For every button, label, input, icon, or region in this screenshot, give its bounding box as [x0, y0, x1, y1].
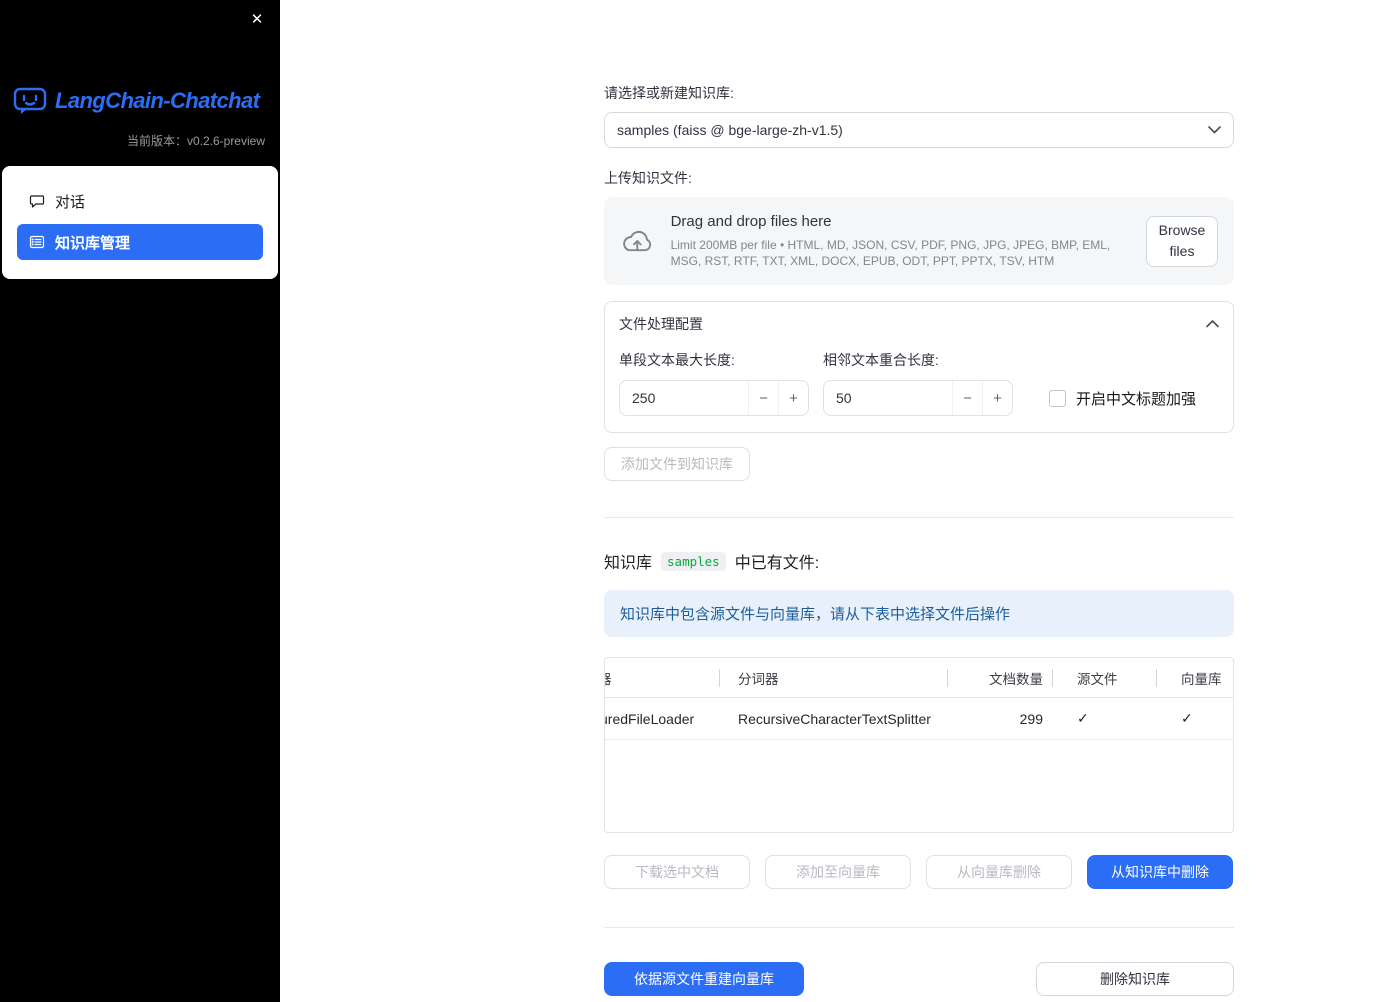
overlap-length-value[interactable]: 50	[824, 381, 952, 415]
table-row[interactable]: uredFileLoader RecursiveCharacterTextSpl…	[605, 698, 1233, 741]
main-content: 请选择或新建知识库: samples (faiss @ bge-large-zh…	[280, 0, 1380, 1002]
browse-files-button[interactable]: Browse files	[1146, 215, 1218, 267]
column-header-vector-store[interactable]: 向量库	[1157, 658, 1232, 697]
uploader-text: Drag and drop files here Limit 200MB per…	[671, 213, 1130, 269]
divider	[604, 517, 1234, 519]
version-value: v0.2.6-preview	[186, 134, 265, 148]
file-config-body: 单段文本最大长度: 250 − + 相邻文本重合长度: 50 − + 开启中文标…	[619, 350, 1219, 417]
checkbox-icon[interactable]	[1049, 390, 1066, 408]
cell-loader: uredFileLoader	[605, 710, 695, 727]
kb-files-table[interactable]: 器 分词器 文档数量 源文件 向量库 uredFileLoader Recurs…	[604, 657, 1234, 834]
file-config-expander-header[interactable]: 文件处理配置	[619, 314, 1219, 334]
file-config-expander: 文件处理配置 单段文本最大长度: 250 − + 相邻文本重合长度: 50 − …	[604, 301, 1234, 434]
max-length-group: 单段文本最大长度: 250 − +	[619, 350, 809, 417]
kb-files-prefix: 知识库	[604, 555, 653, 573]
cell-vector-store-check: ✓	[1181, 710, 1193, 727]
max-length-decrement-button[interactable]: −	[748, 381, 778, 416]
cell-source-file-check: ✓	[1077, 710, 1089, 727]
max-length-value[interactable]: 250	[620, 381, 748, 415]
sidebar-item-chat[interactable]: 对话	[17, 183, 263, 219]
chevron-up-icon	[1206, 320, 1219, 328]
sidebar-item-knowledge-base[interactable]: 知识库管理	[17, 224, 263, 260]
chevron-down-icon	[1208, 126, 1221, 134]
download-selected-button[interactable]: 下载选中文档	[604, 855, 750, 890]
table-header-row: 器 分词器 文档数量 源文件 向量库	[605, 658, 1233, 699]
sidebar-close-icon[interactable]: ✕	[246, 8, 268, 30]
logo-text: LangChain-Chatchat	[55, 88, 260, 113]
column-header-loader[interactable]: 器	[605, 658, 720, 697]
max-length-label: 单段文本最大长度:	[619, 352, 735, 369]
rebuild-vector-store-button[interactable]: 依据源文件重建向量库	[604, 962, 804, 997]
app-logo: LangChain-Chatchat	[13, 86, 270, 116]
column-header-splitter[interactable]: 分词器	[720, 658, 948, 697]
column-header-source-file[interactable]: 源文件	[1053, 658, 1157, 697]
cell-splitter: RecursiveCharacterTextSplitter	[738, 710, 931, 727]
kb-select-value: samples (faiss @ bge-large-zh-v1.5)	[617, 122, 843, 138]
max-length-input[interactable]: 250 − +	[619, 380, 809, 417]
overlap-length-increment-button[interactable]: +	[982, 381, 1012, 416]
sidebar-item-label: 知识库管理	[55, 234, 131, 252]
kb-select-label: 请选择或新建知识库:	[604, 85, 734, 101]
uploader-limit: Limit 200MB per file • HTML, MD, JSON, C…	[670, 238, 1111, 269]
divider	[604, 927, 1234, 929]
max-length-increment-button[interactable]: +	[778, 381, 808, 416]
sidebar-menu: 对话 知识库管理	[2, 166, 278, 279]
kb-select[interactable]: samples (faiss @ bge-large-zh-v1.5)	[604, 112, 1234, 148]
chat-bubble-icon	[29, 195, 45, 208]
zh-title-enhance-checkbox-row[interactable]: 开启中文标题加强	[1049, 388, 1196, 409]
app-window: ✕ LangChain-Chatchat 当前版本：v0.2.6-preview…	[0, 0, 1380, 1002]
overlap-length-label: 相邻文本重合长度:	[823, 352, 939, 369]
sidebar-item-label: 对话	[55, 193, 86, 211]
info-alert-text: 知识库中包含源文件与向量库，请从下表中选择文件后操作	[620, 606, 1011, 624]
add-files-to-kb-button[interactable]: 添加文件到知识库	[604, 447, 750, 482]
kb-name-code: samples	[661, 551, 726, 571]
file-dropzone[interactable]: Drag and drop files here Limit 200MB per…	[604, 197, 1234, 286]
version-label: 当前版本：	[126, 134, 187, 148]
delete-from-kb-button[interactable]: 从知识库中删除	[1087, 855, 1233, 890]
add-to-vector-store-button[interactable]: 添加至向量库	[765, 855, 911, 890]
kb-files-title: 知识库 samples 中已有文件:	[604, 549, 1234, 573]
column-header-doc-count[interactable]: 文档数量	[948, 658, 1053, 697]
upload-label: 上传知识文件:	[604, 170, 692, 186]
kb-bottom-buttons: 依据源文件重建向量库 删除知识库	[604, 962, 1234, 997]
version-text: 当前版本：v0.2.6-preview	[0, 132, 265, 149]
upload-cloud-icon	[623, 230, 652, 251]
logo-chat-bubble-icon	[13, 87, 47, 114]
delete-kb-button[interactable]: 删除知识库	[1036, 962, 1234, 997]
cell-doc-count: 299	[1019, 710, 1043, 727]
overlap-length-input[interactable]: 50 − +	[823, 380, 1013, 417]
card-list-icon	[29, 235, 45, 249]
info-alert: 知识库中包含源文件与向量库，请从下表中选择文件后操作	[604, 590, 1234, 638]
delete-from-vector-store-button[interactable]: 从向量库删除	[926, 855, 1072, 890]
file-config-title: 文件处理配置	[619, 316, 703, 333]
overlap-length-group: 相邻文本重合长度: 50 − +	[823, 350, 1013, 417]
content-column: 请选择或新建知识库: samples (faiss @ bge-large-zh…	[604, 0, 1234, 997]
overlap-length-decrement-button[interactable]: −	[952, 381, 982, 416]
uploader-title: Drag and drop files here	[670, 213, 832, 230]
sidebar: ✕ LangChain-Chatchat 当前版本：v0.2.6-preview…	[0, 0, 280, 1002]
kb-files-suffix: 中已有文件:	[734, 555, 820, 573]
zh-title-enhance-label: 开启中文标题加强	[1076, 391, 1197, 409]
file-action-buttons: 下载选中文档 添加至向量库 从向量库删除 从知识库中删除	[604, 855, 1234, 890]
